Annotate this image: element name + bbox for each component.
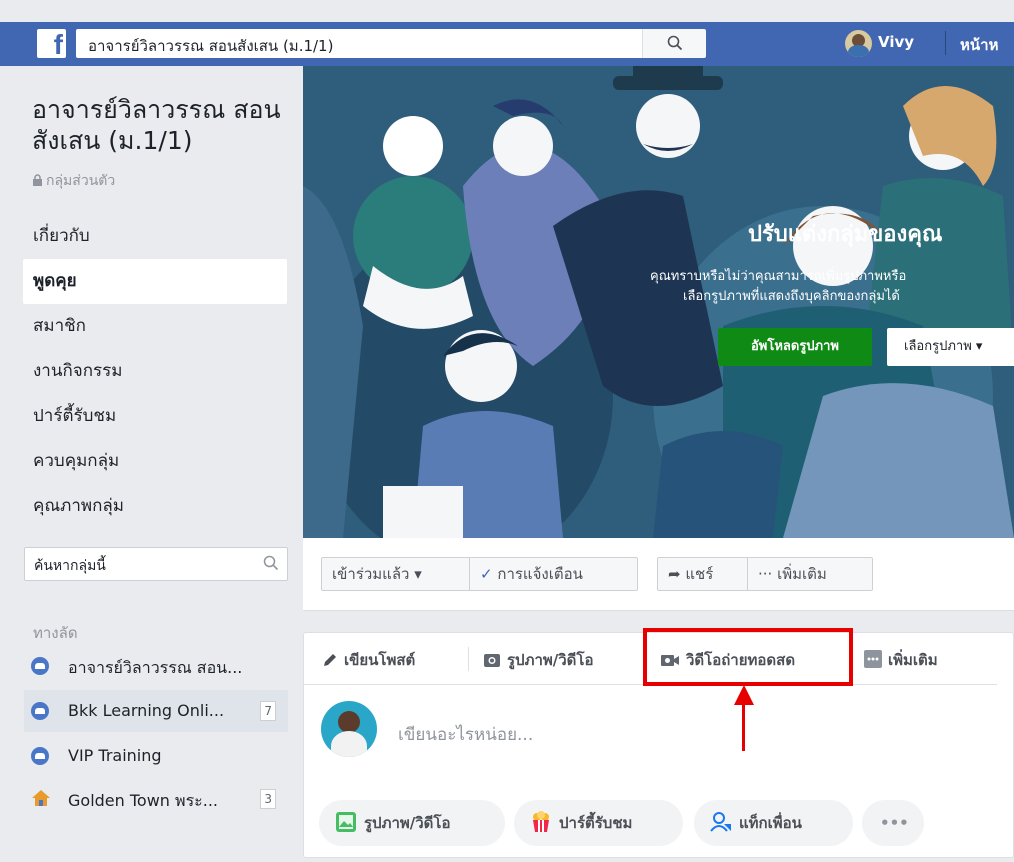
user-avatar[interactable] bbox=[845, 30, 872, 57]
nav-item-events[interactable]: งานกิจกรรม bbox=[23, 349, 287, 394]
nav-item-moderation[interactable]: ควบคุมกลุ่ม bbox=[23, 439, 287, 484]
cover-description-line: เลือกรูปภาพที่แสดงถึงบุคลิกของกลุ่มได้ bbox=[683, 289, 900, 304]
shortcut-label: VIP Training bbox=[68, 746, 162, 765]
logo-letter: f bbox=[53, 29, 63, 60]
photo-icon bbox=[336, 812, 356, 832]
group-nav: เกี่ยวกับ พูดคุย สมาชิก งานกิจกรรม ปาร์ต… bbox=[23, 214, 287, 529]
shortcuts-heading: ทางลัด bbox=[33, 624, 78, 642]
privacy-text: กลุ่มส่วนตัว bbox=[46, 173, 116, 189]
tab-label: เพิ่มเติม bbox=[888, 651, 938, 669]
group-icon bbox=[31, 702, 49, 720]
divider bbox=[945, 31, 946, 55]
shortcut-item[interactable]: Bkk Learning Onli... 7 bbox=[24, 690, 288, 732]
group-title[interactable]: อาจารย์วิลาวรรณ สอนสังเสน (ม.1/1) bbox=[32, 94, 292, 156]
cover-description-line: คุณทราบหรือไม่ว่าคุณสามารถเพิ่มรูปภาพหรื… bbox=[650, 269, 907, 284]
tab-write-post[interactable]: เขียนโพสต์ bbox=[322, 648, 415, 672]
search-icon bbox=[263, 555, 279, 571]
user-name-link[interactable]: Vivy bbox=[878, 33, 914, 51]
joined-button[interactable]: เข้าร่วมแล้ว ▾ bbox=[321, 557, 470, 591]
pencil-icon bbox=[324, 654, 336, 666]
shortcut-item[interactable]: Golden Town พระ... 3 bbox=[24, 778, 288, 820]
privacy-label: กลุ่มส่วนตัว bbox=[32, 170, 115, 192]
people-illustration bbox=[303, 66, 1014, 538]
annotation-highlight-box bbox=[643, 628, 853, 686]
facebook-logo-icon[interactable]: f bbox=[37, 29, 66, 60]
share-arrow-icon: ➦ bbox=[668, 565, 681, 583]
tab-label: เขียนโพสต์ bbox=[344, 651, 416, 669]
choose-photo-label: เลือกรูปภาพ bbox=[904, 339, 972, 354]
tab-label: รูปภาพ/วิดีโอ bbox=[507, 651, 594, 669]
shortcut-item[interactable]: อาจารย์วิลาวรรณ สอน... bbox=[24, 645, 288, 687]
shortcut-item[interactable]: VIP Training bbox=[24, 735, 288, 777]
tag-friends-icon bbox=[710, 812, 731, 832]
choose-photo-button[interactable]: เลือกรูปภาพ ▾ bbox=[887, 328, 1014, 366]
upload-photo-button[interactable]: อัพโหลดรูปภาพ bbox=[718, 328, 872, 366]
nav-item-group-quality[interactable]: คุณภาพกลุ่ม bbox=[23, 484, 287, 529]
cover-headline: ปรับแต่งกลุ่มของคุณ bbox=[748, 222, 943, 247]
shortcut-count-badge: 3 bbox=[260, 789, 276, 809]
global-search-input[interactable]: อาจารย์วิลาวรรณ สอนสังเสน (ม.1/1) bbox=[76, 29, 642, 58]
group-action-bar: เข้าร่วมแล้ว ▾ ✓ การแจ้งเตือน ➦ แชร์ ···… bbox=[303, 538, 1014, 611]
search-value: อาจารย์วิลาวรรณ สอนสังเสน (ม.1/1) bbox=[88, 37, 334, 55]
search-button[interactable] bbox=[642, 29, 706, 58]
tab-more[interactable]: เพิ่มเติม bbox=[864, 648, 938, 672]
nav-item-discussion[interactable]: พูดคุย bbox=[23, 259, 287, 304]
group-search-input[interactable]: ค้นหากลุ่มนี้ bbox=[24, 547, 288, 581]
tag-friends-chip[interactable]: แท็กเพื่อน bbox=[694, 800, 853, 846]
more-icon bbox=[864, 650, 882, 668]
group-icon bbox=[31, 657, 49, 675]
nav-item-about[interactable]: เกี่ยวกับ bbox=[23, 214, 287, 259]
chevron-down-icon: ▾ bbox=[975, 339, 983, 354]
house-icon bbox=[32, 790, 50, 806]
avatar[interactable] bbox=[321, 701, 377, 757]
notifications-button[interactable]: ✓ การแจ้งเตือน bbox=[469, 557, 638, 591]
group-icon bbox=[31, 747, 49, 765]
shortcut-label: Golden Town พระ... bbox=[68, 791, 219, 810]
notifications-label: การแจ้งเตือน bbox=[497, 565, 583, 583]
divider bbox=[468, 647, 469, 671]
chip-label: รูปภาพ/วิดีโอ bbox=[364, 814, 451, 832]
photo-video-chip[interactable]: รูปภาพ/วิดีโอ bbox=[319, 800, 505, 846]
camera-icon bbox=[484, 654, 500, 667]
chip-label: แท็กเพื่อน bbox=[739, 814, 802, 832]
shortcut-label: Bkk Learning Onli... bbox=[68, 701, 225, 720]
cover-illustration bbox=[303, 66, 1014, 538]
share-button[interactable]: ➦ แชร์ bbox=[657, 557, 748, 591]
lock-icon bbox=[33, 174, 42, 186]
more-button[interactable]: ··· เพิ่มเติม bbox=[747, 557, 873, 591]
home-link[interactable]: หน้าห bbox=[960, 33, 1014, 57]
group-search-placeholder: ค้นหากลุ่มนี้ bbox=[34, 558, 106, 574]
nav-item-watch-party[interactable]: ปาร์ตี้รับชม bbox=[23, 394, 287, 439]
composer-input[interactable]: เขียนอะไรหน่อย... bbox=[398, 721, 533, 748]
more-options-chip[interactable]: ••• bbox=[862, 800, 924, 846]
watch-party-chip[interactable]: ปาร์ตี้รับชม bbox=[514, 800, 683, 846]
nav-item-members[interactable]: สมาชิก bbox=[23, 304, 287, 349]
popcorn-icon bbox=[533, 811, 549, 832]
chip-label: ปาร์ตี้รับชม bbox=[559, 814, 633, 832]
check-icon: ✓ bbox=[480, 565, 493, 583]
share-label: แชร์ bbox=[685, 565, 714, 583]
shortcut-count-badge: 7 bbox=[260, 701, 276, 721]
annotation-arrow-line bbox=[742, 701, 745, 751]
top-navigation-bar: f อาจารย์วิลาวรรณ สอนสังเสน (ม.1/1) Vivy… bbox=[0, 0, 1014, 66]
shortcut-label: อาจารย์วิลาวรรณ สอน... bbox=[68, 658, 243, 677]
search-icon bbox=[667, 35, 683, 51]
tab-photo-video[interactable]: รูปภาพ/วิดีโอ bbox=[483, 648, 593, 672]
